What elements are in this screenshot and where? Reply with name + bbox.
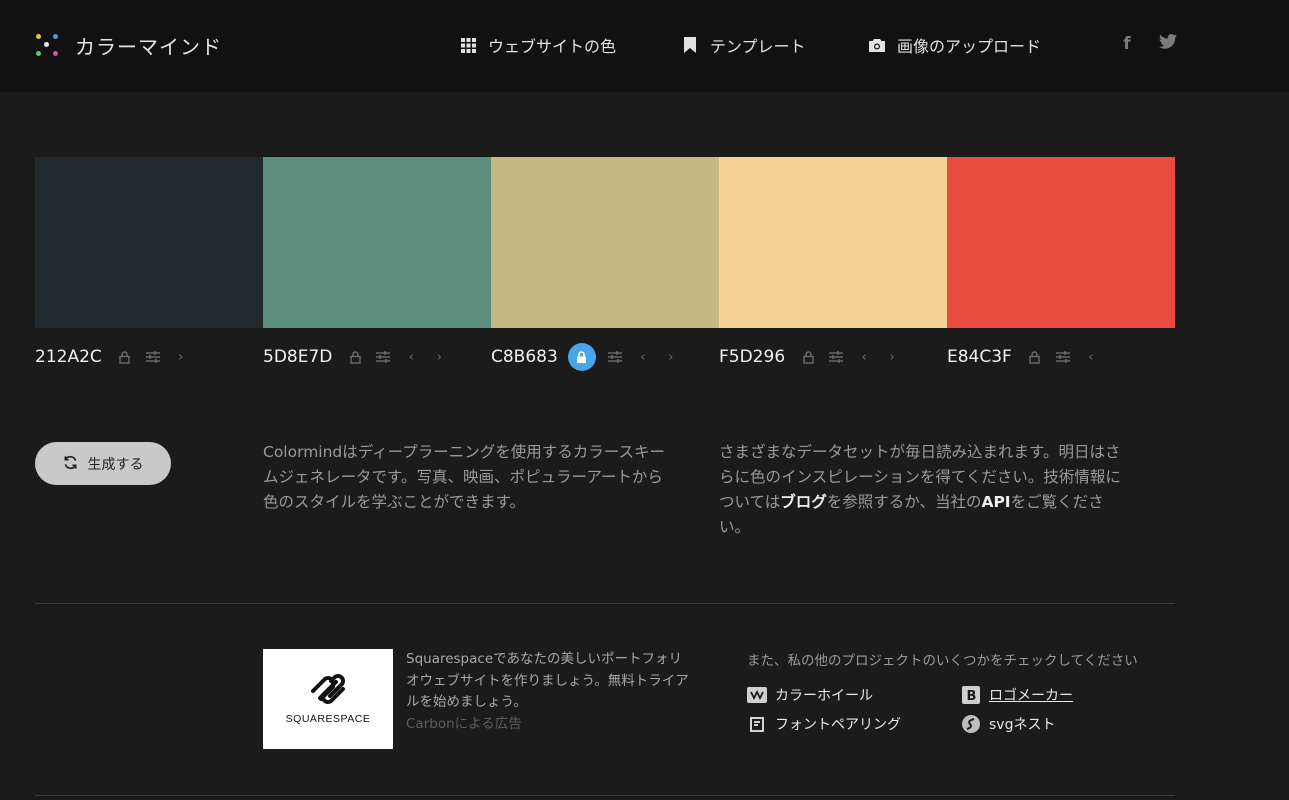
ad-text: Squarespaceであなたの美しいポートフォリオウェブサイトを作りましょう。… — [406, 649, 691, 735]
project-label: フォントペアリング — [775, 717, 901, 733]
adjust-sliders-icon[interactable] — [376, 350, 391, 364]
project-color-wheel[interactable]: カラーホイール — [747, 684, 873, 706]
chevron-right-icon[interactable]: › — [174, 350, 188, 365]
swatch-1-controls: 212A2C › — [35, 342, 202, 372]
hex-value[interactable]: E84C3F — [947, 347, 1012, 367]
hex-value[interactable]: 212A2C — [35, 347, 102, 367]
ad-banner[interactable]: SQUARESPACE — [263, 649, 393, 749]
logo[interactable]: カラーマインド — [33, 30, 222, 60]
blog-link[interactable]: ブログ — [780, 493, 827, 511]
swatch-2-controls: 5D8E7D ‹ › — [263, 342, 460, 372]
svgnest-icon — [961, 714, 981, 734]
intro-description: Colormindはディープラーニングを使用するカラースキームジェネレータです。… — [263, 443, 665, 511]
lock-icon[interactable] — [348, 350, 362, 364]
project-label: svgネスト — [989, 717, 1056, 733]
twitter-icon[interactable] — [1158, 34, 1178, 54]
swatch-5-controls: E84C3F ‹ — [947, 342, 1112, 372]
lock-icon[interactable] — [1028, 350, 1042, 364]
color-palette — [35, 157, 1175, 328]
nav-label: テンプレート — [710, 37, 806, 56]
nav-label: 画像のアップロード — [897, 37, 1042, 56]
swatch-5[interactable] — [947, 157, 1175, 328]
ad-credit[interactable]: Carbonによる広告 — [406, 714, 691, 736]
adjust-sliders-icon[interactable] — [829, 350, 844, 364]
camera-icon — [869, 37, 885, 53]
swatch-4-controls: F5D296 ‹ › — [719, 342, 913, 372]
project-svgnest[interactable]: svgネスト — [961, 713, 1055, 735]
lock-icon[interactable] — [801, 350, 815, 364]
adjust-sliders-icon[interactable] — [607, 350, 622, 364]
ad-copy[interactable]: Squarespaceであなたの美しいポートフォリオウェブサイトを作りましょう。… — [406, 649, 691, 714]
project-logo-maker[interactable]: B ロゴメーカー — [961, 684, 1073, 706]
refresh-icon — [63, 455, 78, 473]
divider — [35, 603, 1175, 604]
swatch-1[interactable] — [35, 157, 263, 328]
app-title: カラーマインド — [75, 34, 222, 59]
top-header: カラーマインド ウェブサイトの色 テンプレート 画像のアップロード f — [0, 0, 1289, 92]
generate-label: 生成する — [87, 455, 144, 472]
chevron-right-icon[interactable]: › — [664, 350, 678, 365]
chevron-left-icon[interactable]: ‹ — [636, 350, 650, 365]
lock-icon[interactable] — [118, 350, 132, 364]
colormind-logo-icon — [33, 31, 61, 59]
swatch-3[interactable] — [491, 157, 719, 328]
font-pairing-icon — [747, 714, 767, 734]
chevron-left-icon[interactable]: ‹ — [1084, 350, 1098, 365]
color-wheel-icon — [747, 685, 767, 705]
grid-icon — [460, 37, 476, 53]
dataset-description: さまざまなデータセットが毎日読み込まれます。明日はさらに色のインスピレーションを… — [719, 440, 1127, 540]
adjust-sliders-icon[interactable] — [145, 350, 160, 364]
hex-value[interactable]: F5D296 — [719, 347, 785, 367]
bottom-divider — [35, 795, 1175, 796]
dataset-text-2: を参照するか、当社の — [826, 493, 982, 511]
nav-label: ウェブサイトの色 — [488, 37, 617, 56]
project-font-pairing[interactable]: フォントペアリング — [747, 713, 901, 735]
nav-image-upload[interactable]: 画像のアップロード — [869, 32, 1041, 58]
hex-value[interactable]: C8B683 — [491, 347, 558, 367]
nav-website-colors[interactable]: ウェブサイトの色 — [460, 32, 616, 58]
bookmark-icon — [682, 37, 698, 53]
generate-button[interactable]: 生成する — [35, 442, 171, 485]
svg-text:B: B — [967, 689, 977, 704]
swatch-4[interactable] — [719, 157, 947, 328]
chevron-right-icon[interactable]: › — [432, 350, 446, 365]
squarespace-logo-icon — [307, 673, 349, 707]
hex-value[interactable]: 5D8E7D — [263, 347, 332, 367]
facebook-icon[interactable]: f — [1117, 34, 1137, 54]
adjust-sliders-icon[interactable] — [1055, 350, 1070, 364]
project-label: カラーホイール — [775, 688, 873, 704]
swatch-2[interactable] — [263, 157, 491, 328]
nav-templates[interactable]: テンプレート — [682, 32, 806, 58]
projects-title: また、私の他のプロジェクトのいくつかをチェックしてください — [747, 653, 1138, 669]
chevron-right-icon[interactable]: › — [885, 350, 899, 365]
chevron-left-icon[interactable]: ‹ — [857, 350, 871, 365]
lock-active-icon[interactable] — [567, 343, 596, 371]
project-label: ロゴメーカー — [989, 688, 1073, 704]
swatch-3-controls: C8B683 ‹ › — [491, 342, 692, 372]
ad-brand-label: SQUARESPACE — [285, 713, 371, 725]
api-link[interactable]: API — [981, 493, 1010, 511]
chevron-left-icon[interactable]: ‹ — [404, 350, 418, 365]
logo-maker-icon: B — [961, 685, 981, 705]
